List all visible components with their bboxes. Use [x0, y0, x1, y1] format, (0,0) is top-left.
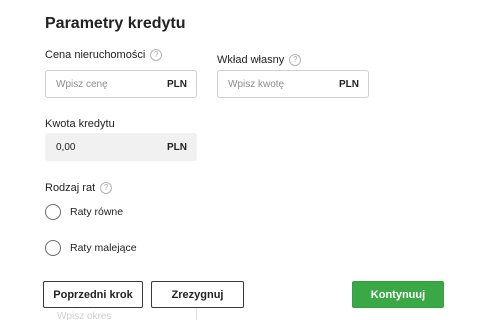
installment-type-label-text: Rodzaj rat	[45, 182, 96, 194]
radio-equal-installments[interactable]: Raty równe	[45, 204, 123, 220]
help-icon[interactable]: ?	[100, 182, 113, 194]
radio-equal-label: Raty równe	[70, 206, 124, 218]
own-contribution-label-text: Wkład własny	[217, 54, 285, 66]
help-icon[interactable]: ?	[289, 54, 302, 66]
section-title: Parametry kredytu	[45, 15, 186, 32]
loan-amount-label-text: Kwota kredytu	[45, 118, 115, 130]
price-input[interactable]: Wpisz cenę PLN	[45, 70, 197, 98]
price-placeholder: Wpisz cenę	[56, 78, 108, 90]
radio-circle-icon[interactable]	[45, 204, 61, 220]
price-label-text: Cena nieruchomości	[45, 49, 146, 61]
radio-decreasing-installments[interactable]: Raty malejące	[45, 240, 137, 256]
continue-button[interactable]: Kontynuuj	[352, 281, 444, 308]
price-label: Cena nieruchomości ?	[45, 49, 163, 61]
price-unit: PLN	[167, 78, 187, 90]
previous-step-button[interactable]: Poprzedni krok	[43, 281, 143, 308]
radio-decreasing-label: Raty malejące	[70, 242, 137, 254]
own-contribution-input[interactable]: Wpisz kwotę PLN	[217, 70, 369, 98]
credit-parameters-form: Parametry kredytu Cena nieruchomości ? W…	[0, 0, 485, 320]
radio-circle-icon[interactable]	[45, 240, 61, 256]
loan-amount-label: Kwota kredytu	[45, 118, 115, 130]
help-icon[interactable]: ?	[150, 49, 163, 61]
loan-period-input-partial[interactable]: Wpisz okres	[45, 308, 197, 320]
loan-amount-value: 0,00	[56, 141, 76, 153]
own-contribution-placeholder: Wpisz kwotę	[228, 78, 285, 90]
own-contribution-unit: PLN	[339, 78, 359, 90]
installment-type-label: Rodzaj rat ?	[45, 182, 113, 194]
own-contribution-label: Wkład własny ?	[217, 54, 302, 66]
cancel-button[interactable]: Zrezygnuj	[151, 281, 244, 308]
loan-amount-unit: PLN	[167, 141, 187, 153]
loan-amount-field: 0,00 PLN	[45, 133, 197, 161]
